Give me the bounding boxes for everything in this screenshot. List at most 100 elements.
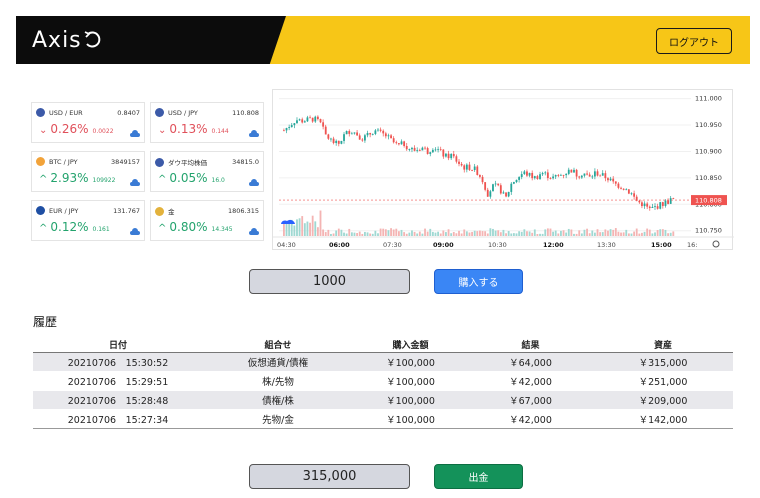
volume-bar bbox=[607, 230, 609, 236]
app-logo[interactable]: Axis bbox=[32, 24, 102, 56]
candle-body bbox=[335, 140, 338, 144]
candle-body bbox=[411, 147, 413, 150]
volume-bar bbox=[455, 233, 458, 236]
candle-body bbox=[327, 134, 330, 139]
candle-body bbox=[361, 139, 364, 141]
volume-bar bbox=[562, 230, 565, 236]
table-row: 20210706 15:28:48 債権/株 ￥100,000 ￥67,000 … bbox=[33, 391, 733, 410]
volume-bar bbox=[596, 229, 599, 236]
x-tick-label: 06:00 bbox=[329, 241, 350, 249]
column-header-asset: 資産 bbox=[653, 341, 672, 351]
candle-body bbox=[309, 117, 311, 119]
volume-bar bbox=[580, 233, 583, 236]
us-flag-icon bbox=[155, 157, 164, 167]
candle-body bbox=[526, 171, 528, 176]
candle-body bbox=[390, 135, 392, 139]
candle-body bbox=[460, 163, 463, 166]
volume-bar bbox=[452, 231, 455, 236]
volume-bar bbox=[348, 228, 351, 236]
volume-bar bbox=[544, 229, 547, 236]
volume-bar bbox=[586, 228, 588, 236]
volume-bar bbox=[526, 231, 528, 236]
candle-body bbox=[382, 130, 385, 134]
ticker-price: 110.808 bbox=[232, 108, 259, 117]
ticker-change-row: ^ 0.80% 14.345 bbox=[158, 220, 233, 234]
candle-body bbox=[604, 173, 607, 179]
candle-body bbox=[643, 203, 646, 207]
volume-bar bbox=[431, 231, 434, 236]
volume-bar bbox=[434, 232, 437, 236]
candle-body bbox=[573, 169, 575, 173]
cell-combo: 債権/株 bbox=[262, 396, 294, 407]
eu-flag-icon bbox=[36, 206, 45, 215]
ticker-card[interactable]: USD / JPY 110.808 ⌄ 0.13% 0.144 bbox=[150, 102, 264, 143]
ticker-card[interactable]: EUR / JPY 131.767 ^ 0.12% 0.161 bbox=[31, 200, 145, 241]
candle-body bbox=[520, 174, 523, 178]
candle-body bbox=[484, 182, 487, 190]
logo-text: Axis bbox=[32, 27, 82, 53]
column-header-amount: 購入金額 bbox=[392, 341, 429, 351]
volume-bar bbox=[539, 233, 541, 236]
candle-body bbox=[562, 174, 565, 176]
candle-body bbox=[345, 131, 348, 135]
volume-bar bbox=[316, 227, 319, 236]
candle-body bbox=[578, 176, 581, 178]
volume-bar bbox=[403, 232, 406, 236]
candle-body bbox=[633, 193, 636, 197]
ticker-card[interactable]: 金 1806.315 ^ 0.80% 14.345 bbox=[150, 200, 264, 241]
ticker-percent: 0.80% bbox=[169, 220, 208, 234]
withdraw-button[interactable]: 出金 bbox=[434, 464, 523, 489]
candle-body bbox=[565, 173, 568, 176]
volume-bar bbox=[353, 232, 356, 236]
volume-bar bbox=[578, 230, 581, 236]
candle-body bbox=[505, 192, 507, 197]
buy-button[interactable]: 購入する bbox=[434, 269, 523, 294]
ticker-pair: USD / JPY bbox=[168, 108, 198, 117]
volume-bar bbox=[499, 232, 502, 236]
volume-bar bbox=[335, 230, 338, 236]
volume-bar bbox=[567, 228, 570, 236]
logout-button[interactable]: ログアウト bbox=[656, 28, 732, 54]
volume-bar bbox=[510, 233, 513, 236]
candle-body bbox=[533, 176, 536, 179]
candle-body bbox=[612, 178, 615, 182]
volume-bar bbox=[416, 233, 419, 236]
volume-bar bbox=[518, 231, 521, 236]
candle-body bbox=[476, 166, 479, 176]
volume-bar bbox=[654, 232, 656, 236]
table-row: 20210706 15:27:34 先物/金 ￥100,000 ￥42,000 … bbox=[33, 410, 733, 429]
volume-bar bbox=[447, 229, 450, 236]
candle-body bbox=[358, 135, 361, 140]
volume-bar bbox=[520, 231, 523, 236]
ticker-price: 34815.0 bbox=[232, 158, 259, 166]
x-tick-label: 04:30 bbox=[277, 241, 296, 249]
volume-bar bbox=[288, 222, 291, 236]
candle-body bbox=[580, 175, 583, 178]
ticker-card[interactable]: USD / EUR 0.8407 ⌄ 0.26% 0.0022 bbox=[31, 102, 145, 143]
ticker-header: ダウ平均株価 34815.0 bbox=[155, 157, 259, 167]
candle-body bbox=[518, 177, 521, 180]
ticker-change-row: ^ 0.12% 0.161 bbox=[39, 220, 110, 234]
ticker-card[interactable]: BTC / JPY 3849157 ^ 2.93% 109922 bbox=[31, 151, 145, 192]
volume-bar bbox=[625, 229, 628, 236]
amount-input[interactable]: 1000 bbox=[249, 269, 410, 294]
candle-body bbox=[437, 149, 440, 151]
cell-amount: ￥100,000 bbox=[386, 377, 435, 388]
volume-bar bbox=[426, 231, 429, 236]
price-chart[interactable]: 111.000110.950110.900110.850110.800110.7… bbox=[272, 89, 734, 250]
volume-bar bbox=[303, 223, 306, 236]
candle-body bbox=[575, 169, 578, 177]
x-tick-label: 12:00 bbox=[543, 241, 564, 249]
volume-bar bbox=[400, 229, 403, 236]
candle-body bbox=[416, 150, 419, 151]
volume-bar bbox=[638, 233, 641, 236]
ticker-card[interactable]: ダウ平均株価 34815.0 ^ 0.05% 16.0 bbox=[150, 151, 264, 192]
volume-bar bbox=[322, 229, 325, 236]
ticker-price: 131.767 bbox=[113, 206, 140, 215]
x-tick-label: 15:00 bbox=[651, 241, 672, 249]
candle-body bbox=[570, 169, 573, 173]
volume-bar bbox=[583, 229, 586, 236]
candle-body bbox=[429, 152, 432, 154]
volume-bar bbox=[541, 233, 544, 236]
ticker-price: 0.8407 bbox=[117, 108, 140, 117]
